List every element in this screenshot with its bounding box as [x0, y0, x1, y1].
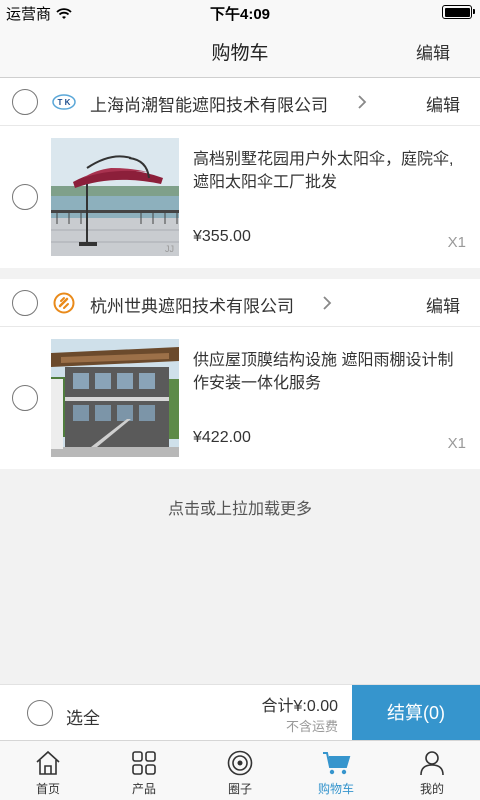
grid-icon	[132, 751, 156, 775]
battery-icon	[442, 5, 475, 19]
shop-header: T K 上海尚潮智能遮阳技术有限公司 编辑	[0, 78, 480, 126]
tab-bar: 首页 产品 圈子 购物车 我的	[0, 740, 480, 800]
tab-label: 产品	[131, 782, 156, 796]
tab-home[interactable]: 首页	[0, 741, 96, 800]
shop-edit-button[interactable]: 编辑	[426, 292, 460, 317]
status-time: 下午4:09	[209, 6, 271, 23]
cart-item: JJ 高档别墅花园用户外太阳伞，庭院伞,遮阳太阳伞工厂批发 ¥355.00 X1	[0, 126, 480, 268]
shipping-note: 不含运费	[285, 719, 338, 734]
item-select-radio[interactable]	[12, 184, 38, 210]
tab-me[interactable]: 我的	[384, 741, 480, 800]
checkout-button[interactable]: 结算(0)	[352, 685, 480, 741]
shop-edit-button[interactable]: 编辑	[426, 91, 460, 116]
tab-label: 购物车	[317, 782, 354, 796]
shop-logo-orange	[53, 292, 75, 314]
cart-icon	[323, 752, 351, 775]
checkout-bar: 选全 合计¥:0.00 不含运费 结算(0)	[0, 684, 480, 741]
item-quantity: X1	[447, 234, 466, 251]
shop-header: 杭州世典遮阳技术有限公司 编辑	[0, 279, 480, 327]
shop-select-radio[interactable]	[12, 89, 38, 115]
nav-bar: 购物车 编辑	[0, 24, 480, 78]
tab-label: 首页	[35, 782, 60, 796]
tab-label: 圈子	[227, 782, 252, 796]
tab-label: 我的	[419, 782, 444, 796]
item-select-radio[interactable]	[12, 385, 38, 411]
tab-circle[interactable]: 圈子	[192, 741, 288, 800]
page-title: 购物车	[211, 43, 269, 64]
home-icon	[36, 750, 60, 775]
user-icon	[420, 751, 444, 776]
load-more-button[interactable]: 点击或上拉加载更多	[0, 495, 480, 519]
tab-products[interactable]: 产品	[96, 741, 192, 800]
item-price: ¥355.00	[193, 228, 251, 245]
tab-cart[interactable]: 购物车	[288, 741, 384, 800]
cart-item: 供应屋顶膜结构设施 遮阳雨棚设计制作安装一体化服务 ¥422.00 X1	[0, 327, 480, 469]
nav-edit-button[interactable]: 编辑	[416, 39, 450, 64]
item-quantity: X1	[447, 435, 466, 452]
chevron-right-icon[interactable]	[357, 94, 367, 110]
circle-icon	[227, 750, 253, 776]
select-all-radio[interactable]	[27, 700, 53, 726]
shop-logo-tk: T K	[52, 94, 76, 110]
patio-umbrella-photo[interactable]: JJ	[51, 138, 179, 256]
svg-text:JJ: JJ	[165, 244, 174, 254]
status-bar: 运营商 下午4:09	[0, 0, 480, 24]
item-description[interactable]: 高档别墅花园用户外太阳伞，庭院伞,遮阳太阳伞工厂批发	[193, 148, 469, 194]
shop-name[interactable]: 杭州世典遮阳技术有限公司	[90, 292, 294, 317]
total-price: 合计¥:0.00	[261, 698, 339, 715]
shop-select-radio[interactable]	[12, 290, 38, 316]
svg-text:T K: T K	[58, 98, 71, 107]
shop-name[interactable]: 上海尚潮智能遮阳技术有限公司	[90, 91, 328, 116]
item-price: ¥422.00	[193, 429, 251, 446]
building-canopy-photo[interactable]	[51, 339, 179, 457]
select-all-label[interactable]: 选全	[66, 704, 100, 729]
item-description[interactable]: 供应屋顶膜结构设施 遮阳雨棚设计制作安装一体化服务	[193, 349, 469, 395]
chevron-right-icon[interactable]	[322, 295, 332, 311]
